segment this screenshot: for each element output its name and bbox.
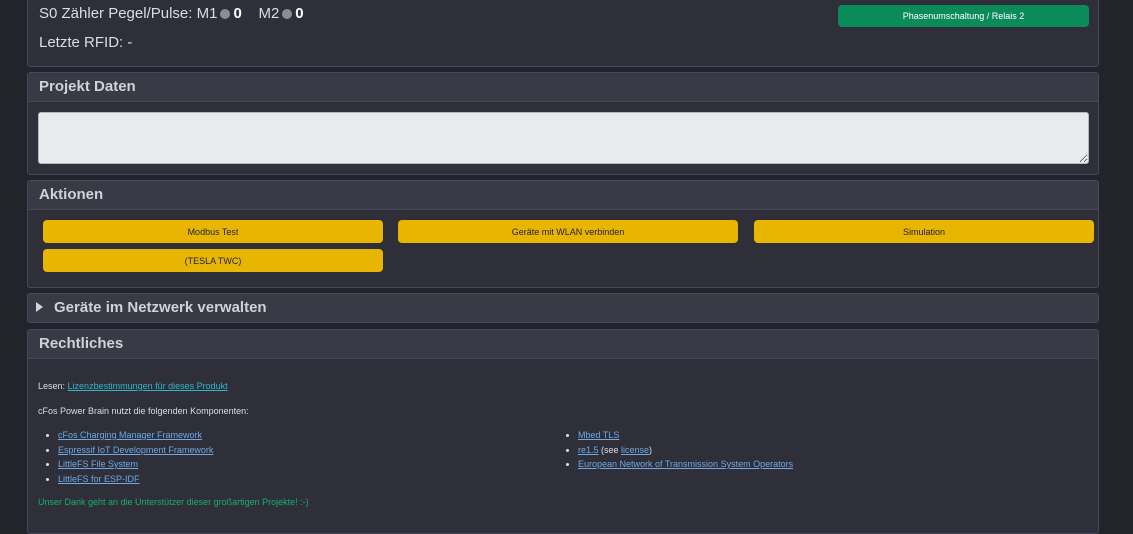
license-line: Lesen: Lizenzbestimmungen für dieses Pro…: [38, 381, 228, 391]
m1-label: M1: [196, 5, 218, 22]
read-label: Lesen:: [38, 381, 66, 391]
components-list-left: cFos Charging Manager Framework Espressi…: [38, 428, 538, 486]
list-item: re1.5 (see license): [578, 443, 1078, 458]
actions-title: Aktionen: [28, 181, 1098, 210]
list-item: cFos Charging Manager Framework: [58, 428, 538, 443]
espressif-idf-link[interactable]: Espressif IoT Development Framework: [58, 445, 213, 455]
status-panel: S0 Zähler Pegel/Pulse: M1 0 M2 0 Letzte RF…: [27, 0, 1099, 67]
m2-value: 0: [295, 5, 304, 22]
manage-devices-toggle[interactable]: Geräte im Netzwerk verwalten: [28, 294, 1098, 322]
entsoe-link[interactable]: European Network of Transmission System …: [578, 459, 793, 469]
thanks-text: Unser Dank geht an die Unterstützer dies…: [38, 497, 309, 507]
project-data-panel: Projekt Daten: [27, 72, 1099, 175]
s0-meter-status: S0 Zähler Pegel/Pulse: M1 0 M2 0: [39, 5, 304, 22]
list-item: Mbed TLS: [578, 428, 1078, 443]
re15-license-link[interactable]: license: [621, 445, 649, 455]
list-item: Espressif IoT Development Framework: [58, 443, 538, 458]
simulation-button[interactable]: Simulation: [754, 220, 1094, 243]
m2-status-dot-icon: [282, 9, 293, 19]
project-data-textarea[interactable]: [38, 112, 1089, 164]
list-item: European Network of Transmission System …: [578, 457, 1078, 472]
re15-close-paren: ): [649, 444, 653, 455]
re15-see-text: (see: [598, 444, 622, 455]
re15-link[interactable]: re1.5: [578, 445, 599, 455]
littlefs-esp-idf-link[interactable]: LittleFS for ESP-IDF: [58, 474, 140, 484]
components-intro: cFos Power Brain nutzt die folgenden Kom…: [38, 406, 249, 416]
littlefs-link[interactable]: LittleFS File System: [58, 459, 138, 469]
manage-devices-title: Geräte im Netzwerk verwalten: [54, 299, 267, 316]
legal-title: Rechtliches: [28, 330, 1098, 359]
cfos-framework-link[interactable]: cFos Charging Manager Framework: [58, 430, 202, 440]
m2-label: M2: [258, 5, 280, 22]
mbed-tls-link[interactable]: Mbed TLS: [578, 430, 619, 440]
actions-panel: Aktionen Modbus Test Geräte mit WLAN ver…: [27, 180, 1099, 288]
list-item: LittleFS for ESP-IDF: [58, 472, 538, 487]
rfid-value: -: [127, 34, 133, 51]
expand-triangle-icon: [36, 302, 43, 312]
tesla-twc-button[interactable]: (TESLA TWC): [43, 249, 383, 272]
components-list-right: Mbed TLS re1.5 (see license) European Ne…: [558, 428, 1078, 472]
m1-value: 0: [233, 5, 242, 22]
wlan-connect-button[interactable]: Geräte mit WLAN verbinden: [398, 220, 738, 243]
rfid-label: Letzte RFID:: [39, 34, 124, 51]
rfid-status: Letzte RFID: -: [39, 34, 132, 51]
manage-devices-panel: Geräte im Netzwerk verwalten: [27, 293, 1099, 323]
license-terms-link[interactable]: Lizenzbestimmungen für dieses Produkt: [68, 381, 228, 391]
legal-panel: Rechtliches Lesen: Lizenzbestimmungen fü…: [27, 329, 1099, 534]
list-item: LittleFS File System: [58, 457, 538, 472]
modbus-test-button[interactable]: Modbus Test: [43, 220, 383, 243]
project-data-title: Projekt Daten: [28, 73, 1098, 102]
phase-switch-relay-button[interactable]: Phasenumschaltung / Relais 2: [838, 5, 1089, 27]
s0-label: S0 Zähler Pegel/Pulse:: [39, 5, 193, 22]
m1-status-dot-icon: [220, 9, 231, 19]
